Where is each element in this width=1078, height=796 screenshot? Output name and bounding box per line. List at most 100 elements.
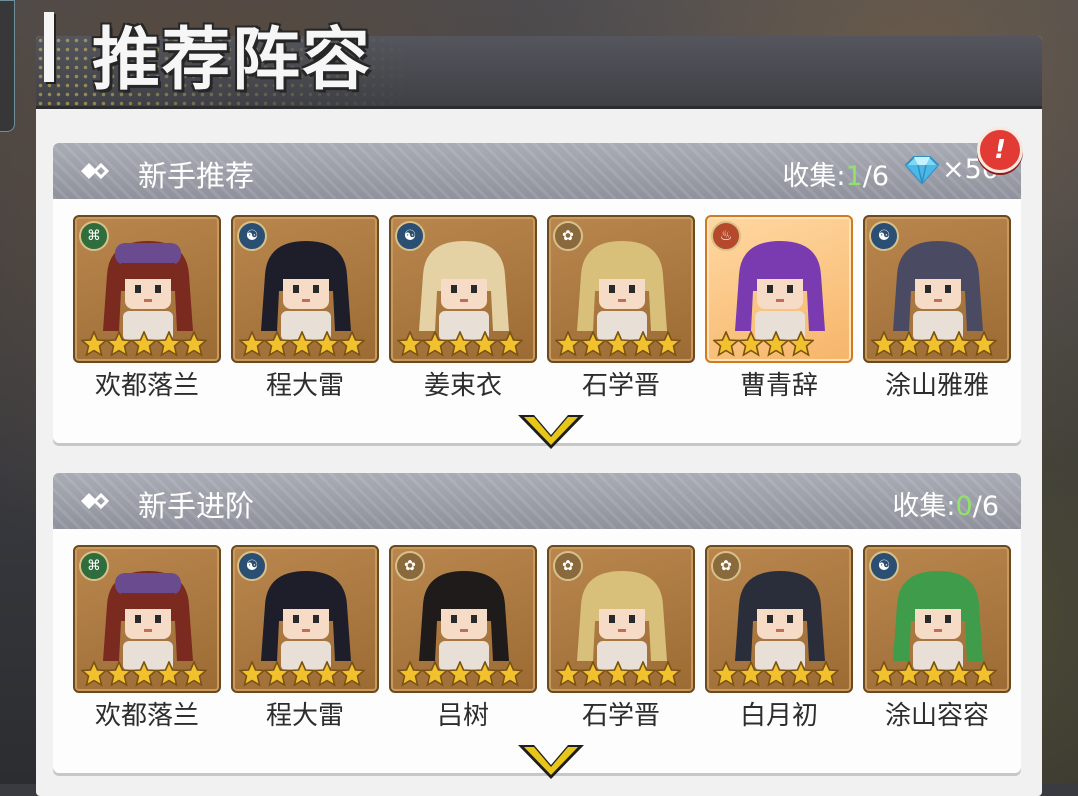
hero-portrait [735,571,825,671]
hero-card[interactable]: ☯ [231,215,379,363]
section-title: 新手进阶 [138,489,255,523]
star-icon [106,661,132,687]
star-icon [921,331,947,357]
star-icon [289,331,315,357]
hero-portrait [419,241,509,341]
hero-card[interactable]: ☯ [389,215,537,363]
hero-card[interactable]: ⌘ [73,215,221,363]
alert-badge[interactable]: ! [977,127,1023,173]
hero-name: 程大雷 [265,371,344,401]
hero-card[interactable]: ☯ [231,545,379,693]
star-icon [447,661,473,687]
faction-lotus-icon: ✿ [553,551,583,581]
diamond-bullet-icon [81,162,110,180]
star-icon [713,661,739,687]
section-beginner-advance: 新手进阶 收集:0/6 ⌘ 欢都落兰 ☯ 程大雷 ✿ 吕树 ✿ 石学晋 ✿ 白月初 ☯ 涂山容容 [53,473,1021,779]
collect-label: 收集: [892,491,956,522]
star-rating [871,661,1005,689]
hero-portrait [419,571,509,671]
star-icon [106,331,132,357]
expand-chevron-icon[interactable] [516,741,586,781]
hero-slot[interactable]: ☯ 涂山容容 [863,545,1011,745]
hero-card[interactable]: ☯ [863,215,1011,363]
star-icon [131,331,157,357]
faction-yin-icon: ☯ [395,221,425,251]
star-icon [497,661,523,687]
star-icon [422,331,448,357]
hero-slot[interactable]: ✿ 石学晋 [547,545,695,745]
page-title: 推荐阵容 [92,21,373,100]
hero-card[interactable]: ✿ [705,545,853,693]
star-icon [239,331,265,357]
star-icon [555,331,581,357]
hero-card[interactable]: ✿ [389,545,537,693]
hero-slot[interactable]: ✿ 石学晋 [547,215,695,415]
star-icon [156,331,182,357]
star-icon [81,331,107,357]
star-icon [289,661,315,687]
hero-name: 曹青辞 [739,371,818,401]
hero-portrait [103,571,193,671]
title-bar-mark [44,12,54,82]
hero-slot[interactable]: ☯ 程大雷 [231,215,379,415]
star-icon [397,661,423,687]
hero-slot[interactable]: ☯ 涂山雅雅 [863,215,1011,415]
star-rating [555,661,689,689]
star-icon [131,661,157,687]
star-icon [239,661,265,687]
hero-name: 姜束衣 [423,371,502,401]
hero-list: ⌘ 欢都落兰 ☯ 程大雷 ☯ 姜束衣 ✿ 石学晋 ♨ 曹青辞 ☯ 涂山雅雅 [73,215,1013,405]
section-header: 新手推荐 收集:1/6 ×50 ! [53,127,1023,199]
star-icon [946,661,972,687]
hero-slot[interactable]: ✿ 白月初 [705,545,853,745]
star-icon [896,661,922,687]
hero-card[interactable]: ☯ [863,545,1011,693]
collect-current: 0 [955,491,973,522]
collect-label: 收集: [782,161,846,192]
faction-lotus-icon: ✿ [711,551,741,581]
hero-slot[interactable]: ♨ 曹青辞 [705,215,853,415]
faction-fire-icon: ♨ [711,221,741,251]
faction-yin-icon: ☯ [869,551,899,581]
section-beginner-recommend: 新手推荐 收集:1/6 ×50 ! ⌘ 欢都落兰 ☯ 程大雷 ☯ 姜束衣 ✿ 石学晋 ♨ 曹青辞 ☯… [53,127,1023,449]
star-icon [156,661,182,687]
star-icon [921,661,947,687]
hero-list: ⌘ 欢都落兰 ☯ 程大雷 ✿ 吕树 ✿ 石学晋 ✿ 白月初 ☯ 涂山容容 [73,545,1013,735]
diamond-bullet-icon [81,492,110,510]
hero-slot[interactable]: ⌘ 欢都落兰 [73,215,221,415]
hero-portrait [893,241,983,341]
hero-name: 欢都落兰 [94,371,199,401]
star-icon [871,661,897,687]
hero-card[interactable]: ✿ [547,545,695,693]
collect-total: /6 [862,161,889,192]
star-icon [447,331,473,357]
star-icon [580,331,606,357]
hero-card[interactable]: ♨ [705,215,853,363]
hero-card[interactable]: ⌘ [73,545,221,693]
faction-yin-icon: ☯ [237,551,267,581]
star-icon [181,331,207,357]
star-icon [472,661,498,687]
faction-yin-icon: ☯ [869,221,899,251]
hero-name: 石学晋 [581,371,660,401]
star-rating [871,331,1005,359]
background-side-tab [0,0,15,132]
expand-chevron-icon[interactable] [516,411,586,451]
star-icon [971,331,997,357]
hero-slot[interactable]: ☯ 程大雷 [231,545,379,745]
star-icon [555,661,581,687]
star-rating [397,661,531,689]
hero-card[interactable]: ✿ [547,215,695,363]
hero-name: 石学晋 [581,701,660,731]
collect-progress: 收集:1/6 [782,154,889,193]
hero-name: 程大雷 [265,701,344,731]
hero-name: 涂山容容 [884,701,989,731]
hero-slot[interactable]: ⌘ 欢都落兰 [73,545,221,745]
hero-slot[interactable]: ✿ 吕树 [389,545,537,745]
star-icon [713,331,739,357]
star-icon [605,331,631,357]
star-icon [397,331,423,357]
collect-total: /6 [972,491,999,522]
hero-slot[interactable]: ☯ 姜束衣 [389,215,537,415]
star-rating [713,661,847,689]
